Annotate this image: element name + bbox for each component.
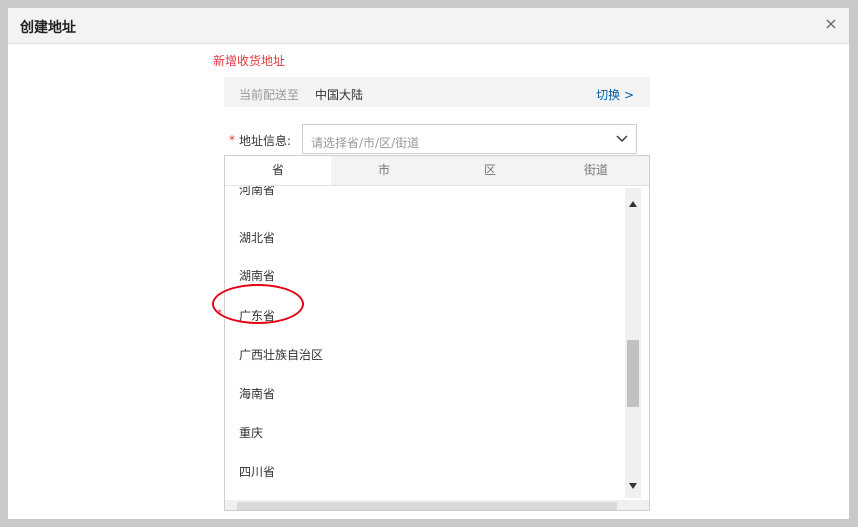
- region-placeholder: 请选择省/市/区/街道: [311, 136, 420, 150]
- scroll-down-icon[interactable]: [629, 478, 637, 492]
- address-info-label: 地址信息:: [239, 134, 292, 148]
- close-icon[interactable]: ×: [823, 14, 839, 34]
- deliver-label: 当前配送至: [239, 88, 300, 102]
- scroll-up-icon[interactable]: [629, 196, 637, 210]
- highlight-ellipse: [212, 284, 304, 324]
- horizontal-scroll-thumb[interactable]: [237, 502, 617, 510]
- vertical-scrollbar[interactable]: [625, 188, 641, 498]
- scroll-thumb[interactable]: [627, 340, 639, 407]
- deliver-bar: 当前配送至 中国大陆 切换 >: [224, 77, 650, 107]
- region-tabs: 省 市 区 街道: [225, 156, 649, 186]
- deliver-value: 中国大陆: [315, 88, 364, 102]
- tab-province[interactable]: 省: [225, 156, 331, 185]
- dialog-title: 创建地址: [20, 20, 76, 36]
- dialog-header: 创建地址 ×: [8, 8, 849, 44]
- tab-district[interactable]: 区: [437, 156, 543, 185]
- required-mark: *: [229, 133, 235, 147]
- list-item-province[interactable]: 广西壮族自治区: [239, 346, 323, 363]
- list-item-province[interactable]: 湖北省: [239, 229, 275, 246]
- list-item-province[interactable]: 重庆: [239, 424, 263, 441]
- switch-region-link[interactable]: 切换 >: [596, 86, 634, 103]
- region-select[interactable]: 请选择省/市/区/街道: [302, 124, 637, 154]
- region-dropdown-panel: 省 市 区 街道 河南省 湖北省 湖南省 广东省 广西壮族自治区 海南省 重庆 …: [224, 155, 650, 511]
- list-item-province[interactable]: 海南省: [239, 385, 275, 402]
- province-list: 河南省 湖北省 湖南省 广东省 广西壮族自治区 海南省 重庆 四川省: [225, 186, 625, 502]
- tab-street[interactable]: 街道: [543, 156, 649, 185]
- chevron-down-icon[interactable]: [615, 132, 629, 149]
- tab-city[interactable]: 市: [331, 156, 437, 185]
- list-item-province[interactable]: 四川省: [239, 463, 275, 480]
- horizontal-scrollbar[interactable]: [225, 500, 649, 510]
- list-item-province[interactable]: 湖南省: [239, 267, 275, 284]
- section-title: 新增收货地址: [213, 54, 286, 68]
- list-item-province[interactable]: 河南省: [239, 186, 275, 198]
